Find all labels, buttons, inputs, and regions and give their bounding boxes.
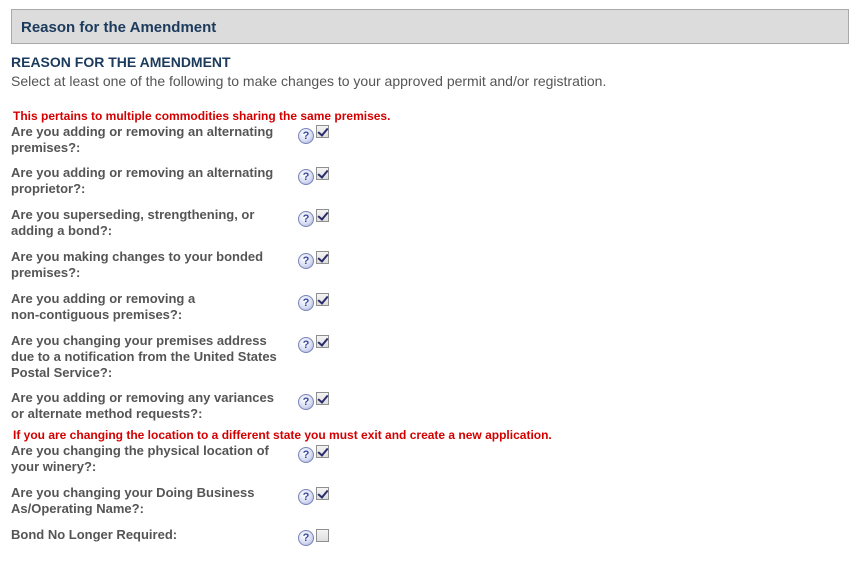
question-line: Are you adding or removing any variances: [11, 390, 274, 405]
help-icon[interactable]: ?: [298, 530, 314, 546]
help-icon[interactable]: ?: [298, 337, 314, 353]
question-physical-location: Are you changing the physical location o…: [11, 443, 293, 475]
section-title: REASON FOR THE AMENDMENT: [11, 54, 231, 70]
help-icon[interactable]: ?: [298, 253, 314, 269]
question-line: Are you making changes to your bonded: [11, 249, 264, 264]
help-icon[interactable]: ?: [298, 169, 314, 185]
premises-address-checkbox[interactable]: [316, 335, 329, 348]
question-line: Are you changing the physical location o…: [11, 443, 269, 458]
variances-checkbox[interactable]: [316, 392, 329, 405]
help-icon[interactable]: ?: [298, 394, 314, 410]
question-line: Are you adding or removing an alternatin…: [11, 124, 274, 139]
non-contiguous-premises-checkbox[interactable]: [316, 293, 329, 306]
question-premises-address: Are you changing your premises address d…: [11, 333, 293, 381]
question-line: premises?:: [11, 265, 81, 280]
help-icon[interactable]: ?: [298, 211, 314, 227]
question-bonded-premises: Are you making changes to your bonded pr…: [11, 249, 293, 281]
question-alternating-proprietor: Are you adding or removing an alternatin…: [11, 165, 293, 197]
question-line: your winery?:: [11, 459, 97, 474]
question-line: or alternate method requests?:: [11, 406, 203, 421]
question-line: Are you changing your Doing Business: [11, 485, 255, 500]
question-line: Are you superseding, strengthening, or: [11, 207, 255, 222]
help-icon[interactable]: ?: [298, 489, 314, 505]
multiple-commodities-notice: This pertains to multiple commodities sh…: [13, 109, 391, 123]
question-line: Postal Service?:: [11, 365, 113, 380]
question-line: proprietor?:: [11, 181, 86, 196]
question-line: adding a bond?:: [11, 223, 113, 238]
question-line: Are you changing your premises address: [11, 333, 267, 348]
instructions-text: Select at least one of the following to …: [11, 73, 607, 89]
question-line: non-contiguous premises?:: [11, 307, 183, 322]
question-bond-no-longer-required: Bond No Longer Required:: [11, 527, 293, 543]
panel-header: Reason for the Amendment: [11, 9, 849, 44]
question-doing-business-as: Are you changing your Doing Business As/…: [11, 485, 293, 517]
bond-no-longer-required-checkbox[interactable]: [316, 529, 329, 542]
question-line: Bond No Longer Required:: [11, 527, 178, 542]
panel-title: Reason for the Amendment: [21, 19, 217, 36]
state-change-notice: If you are changing the location to a di…: [13, 428, 552, 442]
bond-checkbox[interactable]: [316, 209, 329, 222]
question-variances: Are you adding or removing any variances…: [11, 390, 293, 422]
question-non-contiguous-premises: Are you adding or removing a non-contigu…: [11, 291, 293, 323]
doing-business-as-checkbox[interactable]: [316, 487, 329, 500]
question-line: due to a notification from the United St…: [11, 349, 277, 364]
question-line: As/Operating Name?:: [11, 501, 144, 516]
help-icon[interactable]: ?: [298, 128, 314, 144]
question-line: Are you adding or removing an alternatin…: [11, 165, 274, 180]
question-bond: Are you superseding, strengthening, or a…: [11, 207, 293, 239]
help-icon[interactable]: ?: [298, 447, 314, 463]
question-line: premises?:: [11, 140, 81, 155]
question-alternating-premises: Are you adding or removing an alternatin…: [11, 124, 293, 156]
alternating-proprietor-checkbox[interactable]: [316, 167, 329, 180]
question-line: Are you adding or removing a: [11, 291, 196, 306]
help-icon[interactable]: ?: [298, 295, 314, 311]
alternating-premises-checkbox[interactable]: [316, 125, 329, 138]
physical-location-checkbox[interactable]: [316, 445, 329, 458]
bonded-premises-checkbox[interactable]: [316, 251, 329, 264]
